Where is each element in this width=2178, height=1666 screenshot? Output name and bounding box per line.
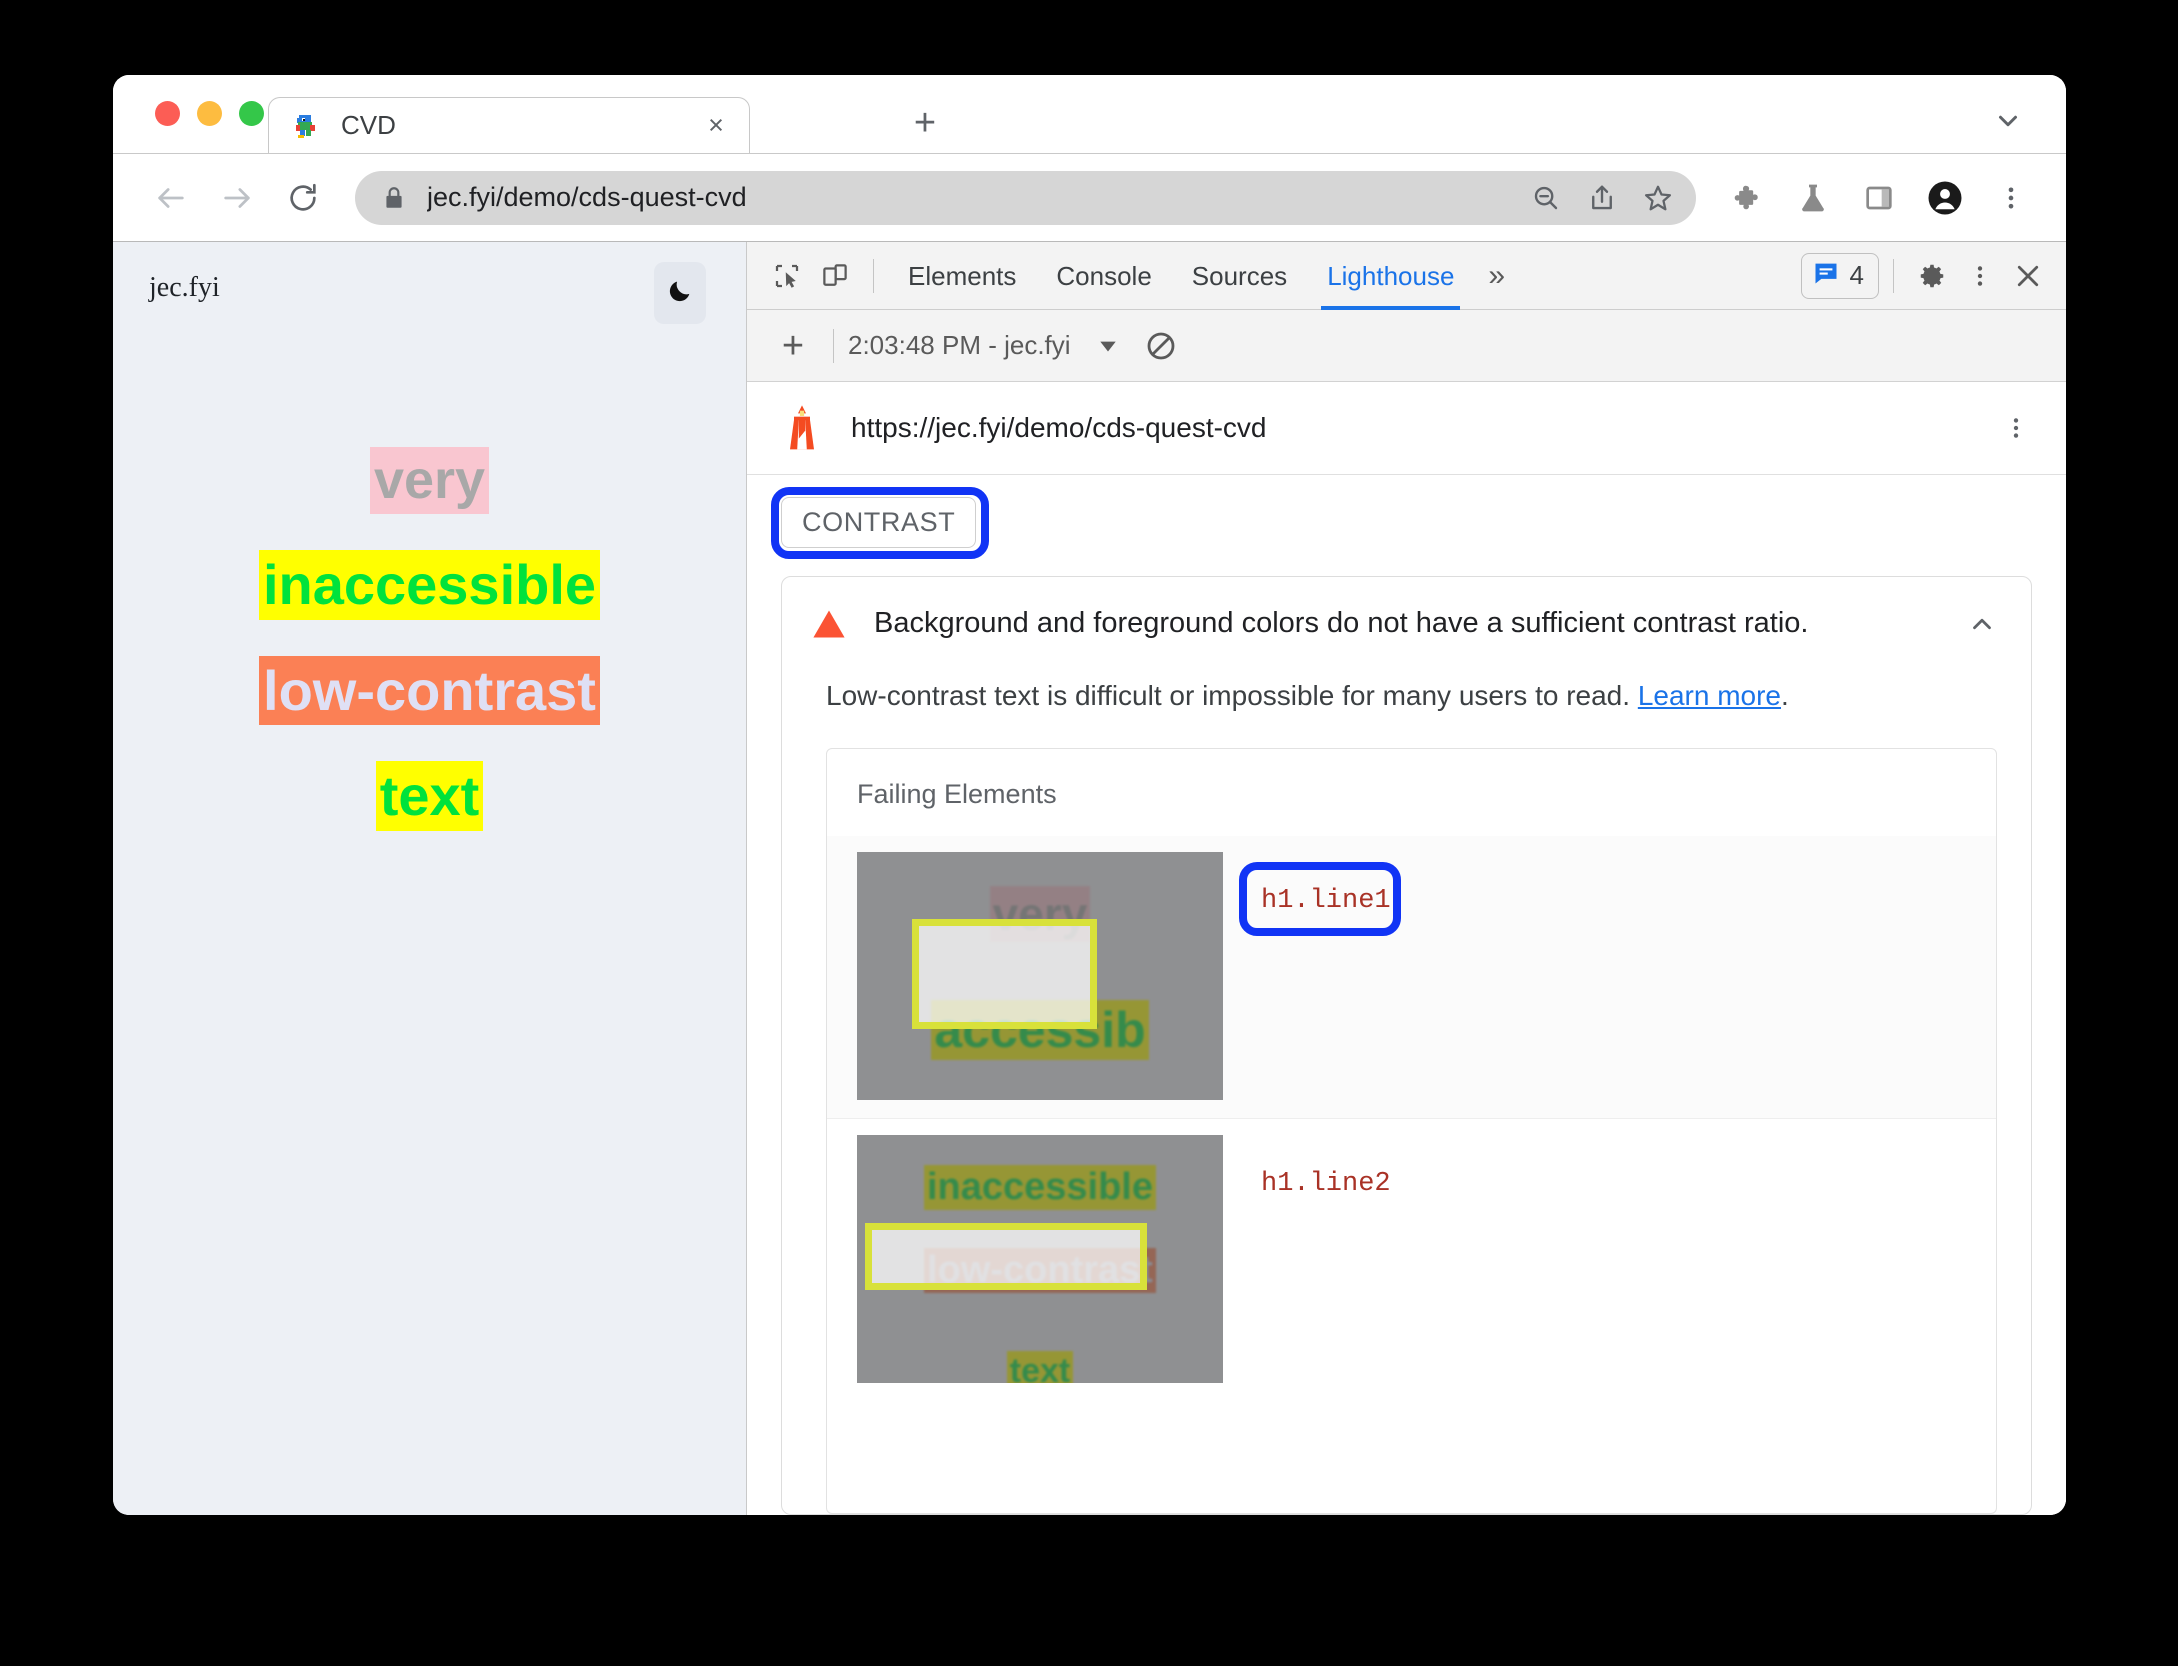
- audit-description: Low-contrast text is difficult or imposs…: [782, 670, 2031, 740]
- page-viewport: jec.fyi very inaccessible low-contrast t…: [113, 242, 747, 1515]
- reload-icon[interactable]: [275, 170, 331, 226]
- devtools-tab-bar: Elements Console Sources Lighthouse » 4: [747, 242, 2066, 310]
- failing-selector-2-text: h1.line2: [1261, 1169, 1391, 1199]
- audit-description-text: Low-contrast text is difficult or imposs…: [826, 680, 1638, 711]
- tab-lighthouse[interactable]: Lighthouse: [1307, 242, 1474, 310]
- thumbnail-highlight-box-2: [865, 1223, 1147, 1290]
- tab-elements[interactable]: Elements: [888, 242, 1036, 310]
- toolbar-divider: [873, 258, 874, 293]
- new-tab-button[interactable]: +: [903, 101, 947, 145]
- experiments-flask-icon[interactable]: [1786, 171, 1840, 225]
- browser-tab-cvd[interactable]: CVD ×: [268, 97, 750, 153]
- extensions-puzzle-icon[interactable]: [1720, 171, 1774, 225]
- tab-title: CVD: [341, 110, 396, 140]
- table-row: inaccessible low-contrast text h1.line2: [827, 1118, 1996, 1401]
- failing-elements-box: Failing Elements very accessib: [826, 748, 1997, 1514]
- browser-toolbar: jec.fyi/demo/cds-quest-cvd: [113, 153, 2066, 241]
- tabs-overflow-button[interactable]: »: [1474, 259, 1519, 293]
- share-icon[interactable]: [1576, 172, 1628, 224]
- moon-icon: [666, 277, 694, 310]
- more-vertical-icon[interactable]: [1996, 408, 2036, 448]
- address-bar-url: jec.fyi/demo/cds-quest-cvd: [427, 182, 747, 212]
- dino-favicon-icon: [293, 113, 319, 139]
- failing-elements-title: Failing Elements: [857, 779, 1057, 809]
- demo-line-1: very: [369, 447, 490, 515]
- zoom-out-icon[interactable]: [1520, 172, 1572, 224]
- address-bar[interactable]: jec.fyi/demo/cds-quest-cvd: [355, 170, 1696, 225]
- element-screenshot-thumbnail-1: very accessib: [857, 852, 1223, 1100]
- audit-description-period: .: [1781, 680, 1789, 711]
- browser-menu-icon[interactable]: [1984, 171, 2038, 225]
- learn-more-link[interactable]: Learn more: [1638, 680, 1781, 711]
- console-message-badge[interactable]: 4: [1800, 252, 1879, 299]
- failing-selector-2[interactable]: h1.line2: [1261, 1169, 1391, 1199]
- triangle-down-icon[interactable]: [1097, 335, 1119, 357]
- maximize-window-button[interactable]: [239, 101, 264, 126]
- gear-icon[interactable]: [1908, 252, 1956, 300]
- inspect-cursor-icon[interactable]: [763, 252, 811, 300]
- audit-title: Background and foreground colors do not …: [874, 607, 1809, 639]
- table-row: very accessib h1.line1: [827, 836, 1996, 1118]
- lighthouse-icon: [781, 404, 823, 452]
- demo-line-4: text: [375, 761, 484, 831]
- no-entry-icon[interactable]: [1145, 330, 1177, 362]
- new-report-button[interactable]: +: [767, 327, 819, 365]
- close-window-button[interactable]: [155, 101, 180, 126]
- lock-icon: [381, 185, 407, 211]
- section-title-wrap: CONTRAST: [747, 475, 2066, 559]
- browser-window: CVD × + jec.fyi/demo/cds-quest-cvd jec.f…: [113, 75, 2066, 1515]
- failing-selector-1[interactable]: h1.line1: [1239, 862, 1401, 936]
- contrast-section-badge[interactable]: CONTRAST: [781, 497, 977, 548]
- element-screenshot-thumbnail-2: inaccessible low-contrast text: [857, 1135, 1223, 1383]
- failing-selector-1-text: h1.line1: [1261, 886, 1391, 916]
- warning-triangle-icon: [812, 608, 846, 640]
- device-toolbar-icon[interactable]: [811, 252, 859, 300]
- toolbar-divider-2: [1893, 258, 1894, 293]
- audit-header[interactable]: Background and foreground colors do not …: [782, 577, 2031, 670]
- minimize-window-button[interactable]: [197, 101, 222, 126]
- demo-line-2: inaccessible: [258, 550, 601, 620]
- devtools-panel: Elements Console Sources Lighthouse » 4: [747, 242, 2066, 1515]
- more-vertical-icon[interactable]: [1956, 252, 2004, 300]
- report-url: https://jec.fyi/demo/cds-quest-cvd: [851, 412, 1267, 443]
- tab-close-button[interactable]: ×: [701, 111, 731, 141]
- audit-card: Background and foreground colors do not …: [781, 576, 2032, 1515]
- tab-strip: CVD × +: [113, 75, 2066, 153]
- bookmark-star-icon[interactable]: [1632, 172, 1684, 224]
- close-icon[interactable]: [2004, 252, 2052, 300]
- profile-avatar-icon[interactable]: [1918, 171, 1972, 225]
- thumbnail-highlight-box-1: [912, 919, 1097, 1029]
- side-panel-icon[interactable]: [1852, 171, 1906, 225]
- report-selector-label[interactable]: 2:03:48 PM - jec.fyi: [848, 330, 1071, 361]
- chevron-up-icon[interactable]: [1967, 609, 1997, 639]
- chevron-down-icon[interactable]: [1988, 101, 2028, 141]
- message-icon: [1812, 259, 1840, 292]
- browser-content-area: jec.fyi very inaccessible low-contrast t…: [113, 241, 2066, 1515]
- dark-mode-toggle-button[interactable]: [654, 262, 706, 324]
- demo-text-lines: very inaccessible low-contrast text: [113, 447, 746, 831]
- window-traffic-lights: [155, 101, 264, 126]
- lh-toolbar-divider: [833, 328, 834, 363]
- site-name: jec.fyi: [149, 272, 220, 303]
- tab-sources[interactable]: Sources: [1172, 242, 1307, 310]
- console-message-count: 4: [1849, 260, 1864, 290]
- tab-console[interactable]: Console: [1036, 242, 1171, 310]
- demo-line-3: low-contrast: [259, 655, 600, 726]
- back-arrow-icon[interactable]: [143, 170, 199, 226]
- lighthouse-toolbar: + 2:03:48 PM - jec.fyi: [747, 310, 2066, 382]
- lighthouse-report: https://jec.fyi/demo/cds-quest-cvd CONTR…: [747, 382, 2066, 1515]
- report-header: https://jec.fyi/demo/cds-quest-cvd: [747, 382, 2066, 475]
- forward-arrow-icon[interactable]: [209, 170, 265, 226]
